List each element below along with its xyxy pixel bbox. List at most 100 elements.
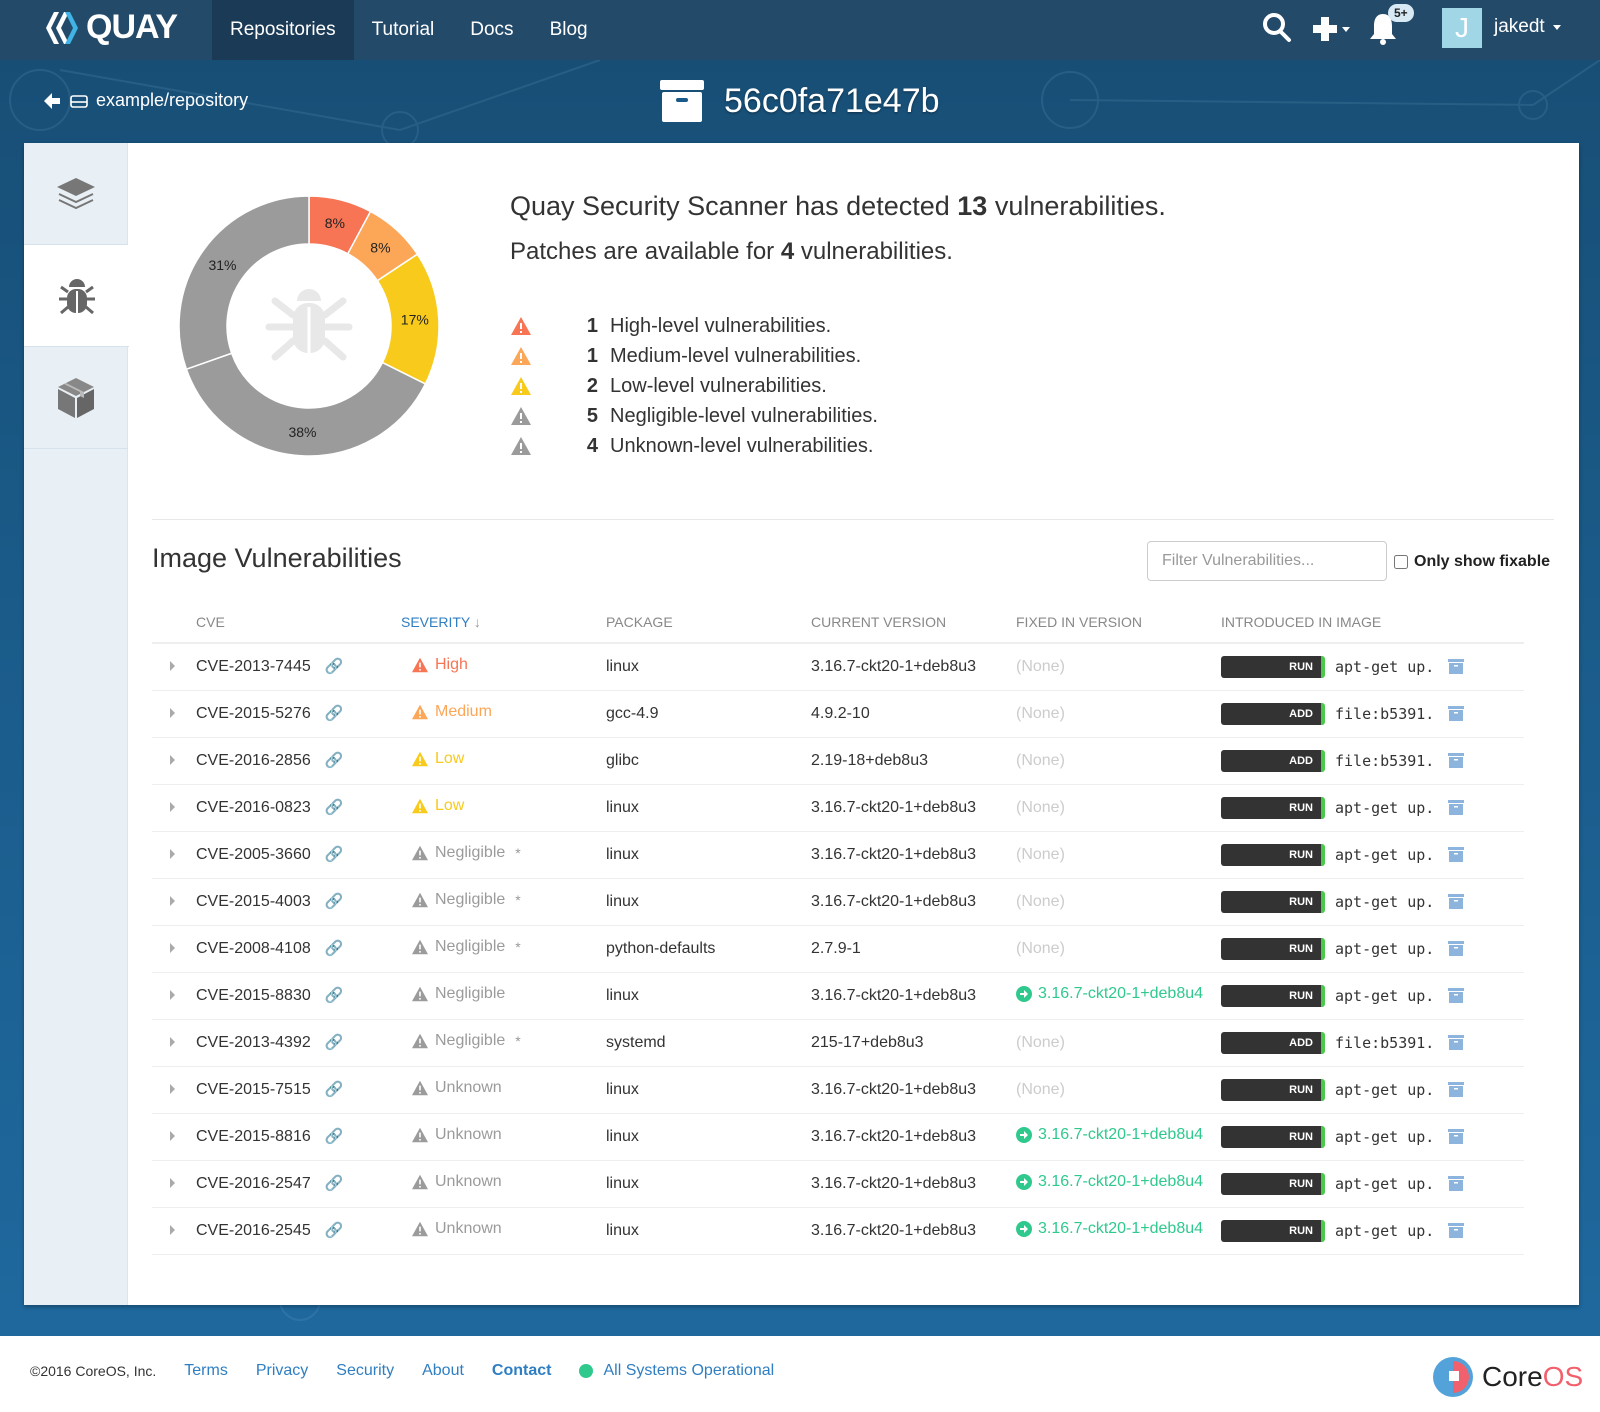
command-badge[interactable]: ADD (1221, 749, 1325, 772)
nav-blog[interactable]: Blog (532, 0, 606, 60)
command-badge[interactable]: ADD (1221, 1031, 1325, 1054)
command-badge[interactable]: RUN (1221, 1078, 1325, 1101)
image-layer-icon[interactable] (1448, 1035, 1465, 1050)
back-arrow-icon[interactable] (42, 91, 62, 111)
image-layer-icon[interactable] (1448, 800, 1465, 815)
table-row[interactable]: CVE-2016-2545 🔗 Unknown linux 3.16.7-ckt2… (152, 1207, 1524, 1255)
expand-caret-icon[interactable] (170, 707, 175, 718)
column-current-version[interactable]: CURRENT VERSION (811, 601, 1016, 644)
image-layer-icon[interactable] (1448, 1223, 1465, 1238)
table-row[interactable]: CVE-2013-7445 🔗 High linux 3.16.7-ckt20-1… (152, 643, 1524, 691)
footer-link-about[interactable]: About (422, 1362, 464, 1380)
expand-caret-icon[interactable] (170, 848, 175, 859)
expand-cell[interactable] (152, 1207, 196, 1255)
expand-cell[interactable] (152, 1160, 196, 1208)
expand-cell[interactable] (152, 1019, 196, 1067)
footer-link-privacy[interactable]: Privacy (256, 1362, 308, 1380)
expand-cell[interactable] (152, 972, 196, 1020)
expand-caret-icon[interactable] (170, 660, 175, 671)
expand-cell[interactable] (152, 925, 196, 973)
table-row[interactable]: CVE-2005-3660 🔗 Negligible * linux 3.16.7-… (152, 831, 1524, 879)
expand-cell[interactable] (152, 831, 196, 879)
command-badge[interactable]: RUN (1221, 843, 1325, 866)
tab-packages[interactable] (24, 347, 128, 449)
expand-cell[interactable] (152, 878, 196, 926)
nav-tutorial[interactable]: Tutorial (354, 0, 453, 60)
search-button[interactable] (1262, 12, 1292, 44)
footer-link-security[interactable]: Security (336, 1362, 394, 1380)
table-row[interactable]: CVE-2016-2856 🔗 Low glibc 2.19-18+deb8u3 … (152, 737, 1524, 785)
column-fixed-in-version[interactable]: FIXED IN VERSION (1016, 601, 1221, 644)
expand-caret-icon[interactable] (170, 989, 175, 1000)
expand-caret-icon[interactable] (170, 1036, 175, 1047)
image-layer-icon[interactable] (1448, 706, 1465, 721)
command-badge[interactable]: RUN (1221, 984, 1325, 1007)
image-layer-icon[interactable] (1448, 659, 1465, 675)
table-row[interactable]: CVE-2015-5276 🔗 Medium gcc-4.9 4.9.2-10 (… (152, 690, 1524, 738)
external-link-icon[interactable]: 🔗 (325, 846, 344, 863)
command-badge[interactable]: RUN (1221, 890, 1325, 913)
command-badge[interactable]: RUN (1221, 1172, 1325, 1195)
expand-cell[interactable] (152, 1113, 196, 1161)
expand-caret-icon[interactable] (170, 942, 175, 953)
expand-caret-icon[interactable] (170, 801, 175, 812)
image-layer-icon[interactable] (1448, 753, 1465, 768)
expand-caret-icon[interactable] (170, 1083, 175, 1094)
external-link-icon[interactable]: 🔗 (325, 1128, 344, 1145)
external-link-icon[interactable]: 🔗 (325, 1175, 344, 1192)
external-link-icon[interactable]: 🔗 (325, 987, 344, 1004)
external-link-icon[interactable]: 🔗 (325, 752, 344, 769)
command-badge[interactable]: RUN (1221, 937, 1325, 960)
command-badge[interactable]: RUN (1221, 1125, 1325, 1148)
image-layer-icon[interactable] (1448, 988, 1465, 1003)
nav-docs[interactable]: Docs (452, 0, 531, 60)
image-layer-icon[interactable] (1448, 941, 1465, 956)
table-row[interactable]: CVE-2016-2547 🔗 Unknown linux 3.16.7-ckt2… (152, 1160, 1524, 1208)
command-badge[interactable]: ADD (1221, 702, 1325, 725)
footer-link-contact[interactable]: Contact (492, 1362, 552, 1380)
column-cve[interactable]: CVE (196, 601, 401, 644)
external-link-icon[interactable]: 🔗 (325, 1034, 344, 1051)
expand-caret-icon[interactable] (170, 1130, 175, 1141)
table-row[interactable]: CVE-2008-4108 🔗 Negligible * python-defaul… (152, 925, 1524, 973)
image-layer-icon[interactable] (1448, 1129, 1465, 1144)
image-layer-icon[interactable] (1448, 894, 1465, 909)
tab-security-scan[interactable] (24, 245, 129, 347)
external-link-icon[interactable]: 🔗 (325, 799, 344, 816)
create-new-button[interactable] (1312, 16, 1350, 42)
column-severity[interactable]: SEVERITY ↓ (401, 601, 606, 644)
external-link-icon[interactable]: 🔗 (325, 1081, 344, 1098)
table-row[interactable]: CVE-2015-8816 🔗 Unknown linux 3.16.7-ckt2… (152, 1113, 1524, 1161)
column-introduced-in-image[interactable]: INTRODUCED IN IMAGE (1221, 601, 1524, 644)
table-row[interactable]: CVE-2013-4392 🔗 Negligible * systemd 215-1… (152, 1019, 1524, 1067)
table-row[interactable]: CVE-2016-0823 🔗 Low linux 3.16.7-ckt20-1+… (152, 784, 1524, 832)
tab-layers[interactable] (24, 143, 128, 245)
filter-vulnerabilities-input[interactable] (1147, 541, 1387, 581)
command-badge[interactable]: RUN (1221, 655, 1325, 678)
expand-caret-icon[interactable] (170, 1224, 175, 1235)
image-layer-icon[interactable] (1448, 1176, 1465, 1191)
coreos-logo[interactable]: CoreOS (1432, 1356, 1583, 1398)
nav-repositories[interactable]: Repositories (212, 0, 354, 60)
table-row[interactable]: CVE-2015-7515 🔗 Unknown linux 3.16.7-ckt2… (152, 1066, 1524, 1114)
avatar[interactable]: J (1442, 8, 1482, 48)
table-row[interactable]: CVE-2015-4003 🔗 Negligible * linux 3.16.7-… (152, 878, 1524, 926)
expand-cell[interactable] (152, 690, 196, 738)
external-link-icon[interactable]: 🔗 (325, 940, 344, 957)
image-layer-icon[interactable] (1448, 1082, 1465, 1097)
command-badge[interactable]: RUN (1221, 1219, 1325, 1242)
image-layer-icon[interactable] (1448, 847, 1465, 862)
expand-cell[interactable] (152, 1066, 196, 1114)
expand-caret-icon[interactable] (170, 895, 175, 906)
footer-link-terms[interactable]: Terms (184, 1362, 228, 1380)
only-fixable-toggle[interactable]: Only show fixable (1394, 553, 1550, 571)
only-fixable-checkbox[interactable] (1394, 555, 1408, 569)
command-badge[interactable]: RUN (1221, 796, 1325, 819)
user-menu[interactable]: jakedt (1494, 16, 1561, 38)
external-link-icon[interactable]: 🔗 (325, 1222, 344, 1239)
table-row[interactable]: CVE-2015-8830 🔗 Negligible linux 3.16.7-c… (152, 972, 1524, 1020)
expand-cell[interactable] (152, 784, 196, 832)
column-package[interactable]: PACKAGE (606, 601, 811, 644)
quay-logo[interactable]: QUAY (44, 8, 178, 47)
expand-caret-icon[interactable] (170, 754, 175, 765)
